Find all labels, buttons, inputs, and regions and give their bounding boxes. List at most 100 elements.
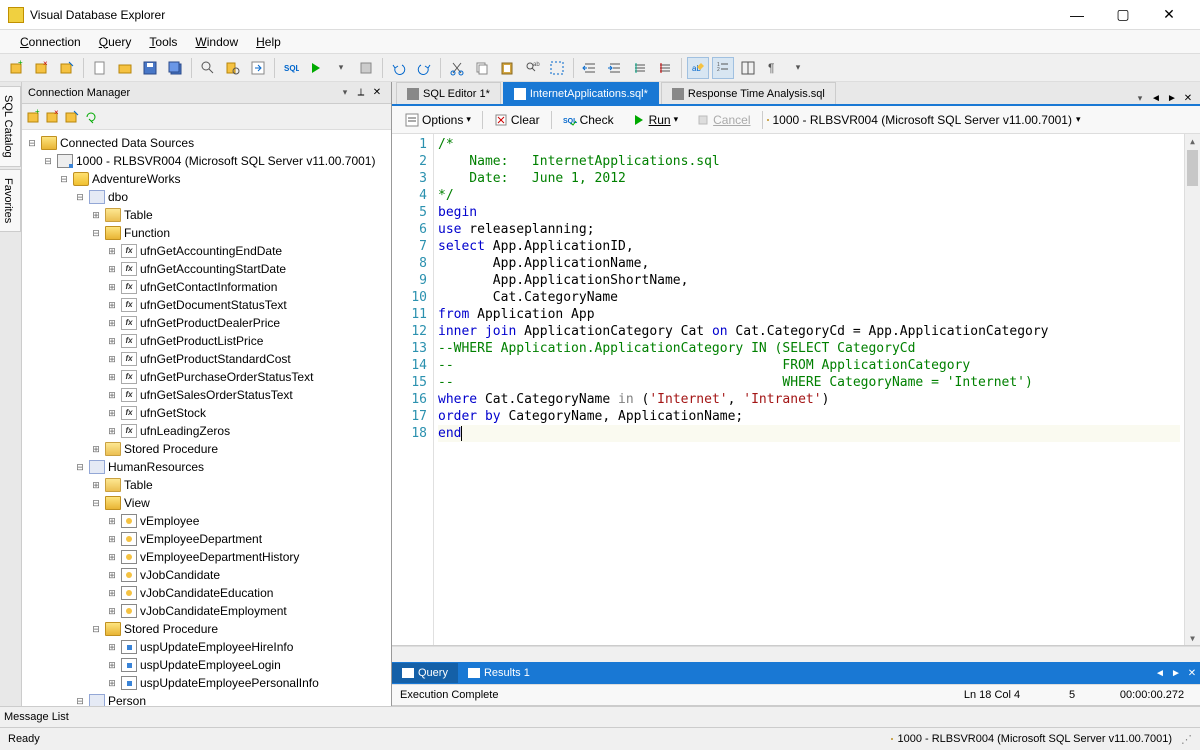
tree-root[interactable]: ⊟Connected Data Sources <box>26 134 389 152</box>
highlight-icon[interactable]: ab <box>687 57 709 79</box>
tree-item[interactable]: ⊞fxufnGetContactInformation <box>106 278 389 296</box>
result-tab-results[interactable]: Results 1 <box>458 663 540 683</box>
scroll-thumb[interactable] <box>1187 150 1198 186</box>
result-tab-query[interactable]: Query <box>392 663 458 683</box>
open-file-icon[interactable] <box>114 57 136 79</box>
tab-prev-icon[interactable]: ◄ <box>1148 93 1164 104</box>
editor-tab-2[interactable]: InternetApplications.sql* <box>503 82 659 104</box>
tree-item[interactable]: ⊞fxufnGetProductStandardCost <box>106 350 389 368</box>
run-button[interactable]: Run▾ <box>625 110 686 130</box>
tree-folder-sp[interactable]: ⊞Stored Procedure <box>90 440 389 458</box>
editor-scrollbar[interactable]: ▲ ▼ <box>1184 134 1200 645</box>
tree-item[interactable]: ⊞fxufnGetAccountingEndDate <box>106 242 389 260</box>
minimize-button[interactable]: — <box>1054 0 1100 30</box>
tree-folder-table[interactable]: ⊞Table <box>90 206 389 224</box>
message-list-tab[interactable]: Message List <box>0 706 1200 728</box>
tree-schema-hr[interactable]: ⊟HumanResources <box>74 458 389 476</box>
tree-item[interactable]: ⊞fxufnLeadingZeros <box>106 422 389 440</box>
pilcrow-dropdown-icon[interactable] <box>787 57 809 79</box>
tree-item[interactable]: ⊞fxufnGetAccountingStartDate <box>106 260 389 278</box>
db-remove-icon[interactable]: × <box>31 57 53 79</box>
tree-item[interactable]: ⊞vEmployeeDepartmentHistory <box>106 548 389 566</box>
tab-next-icon[interactable]: ► <box>1164 93 1180 104</box>
tree-folder-sp[interactable]: ⊟Stored Procedure <box>90 620 389 638</box>
scroll-down-icon[interactable]: ▼ <box>1185 631 1200 645</box>
db-edit-icon[interactable] <box>56 57 78 79</box>
close-button[interactable]: ✕ <box>1146 0 1192 30</box>
select-all-icon[interactable] <box>546 57 568 79</box>
tree-item[interactable]: ⊞vJobCandidateEducation <box>106 584 389 602</box>
panel-close-icon[interactable]: ✕ <box>369 85 385 101</box>
pin-icon[interactable]: ⟂ <box>353 85 369 101</box>
scroll-up-icon[interactable]: ▲ <box>1185 134 1200 148</box>
clear-button[interactable]: Clear <box>487 110 547 130</box>
editor-hscroll[interactable] <box>392 646 1200 662</box>
tree-item[interactable]: ⊞vJobCandidateEmployment <box>106 602 389 620</box>
panel-menu-icon[interactable] <box>337 85 353 101</box>
uncomment-icon[interactable] <box>654 57 676 79</box>
side-tab-favorites[interactable]: Favorites <box>0 169 21 232</box>
run-dropdown-icon[interactable] <box>330 57 352 79</box>
connection-tree[interactable]: ⊟Connected Data Sources ⊟1000 - RLBSVR00… <box>22 130 391 706</box>
find-replace-icon[interactable]: ab <box>521 57 543 79</box>
stop-icon[interactable] <box>355 57 377 79</box>
add-connection-icon[interactable]: + <box>26 109 42 125</box>
code-editor[interactable]: 123456789101112131415161718 /* Name: Int… <box>392 134 1200 646</box>
side-tab-sql-catalog[interactable]: SQL Catalog <box>0 86 21 167</box>
tree-item[interactable]: ⊞fxufnGetProductDealerPrice <box>106 314 389 332</box>
tree-item[interactable]: ⊞uspUpdateEmployeeHireInfo <box>106 638 389 656</box>
maximize-button[interactable]: ▢ <box>1100 0 1146 30</box>
editor-tab-1[interactable]: SQL Editor 1* <box>396 82 501 104</box>
undo-icon[interactable] <box>388 57 410 79</box>
search-icon[interactable] <box>197 57 219 79</box>
indent-right-icon[interactable] <box>604 57 626 79</box>
copy-icon[interactable] <box>471 57 493 79</box>
code-area[interactable]: /* Name: InternetApplications.sql Date: … <box>434 134 1184 645</box>
tree-item[interactable]: ⊞fxufnGetProductListPrice <box>106 332 389 350</box>
menu-help[interactable]: Help <box>248 33 289 51</box>
tree-server[interactable]: ⊟1000 - RLBSVR004 (Microsoft SQL Server … <box>42 152 389 170</box>
tree-item[interactable]: ⊞vEmployeeDepartment <box>106 530 389 548</box>
tree-folder-table[interactable]: ⊞Table <box>90 476 389 494</box>
remove-connection-icon[interactable]: × <box>45 109 61 125</box>
save-all-icon[interactable] <box>164 57 186 79</box>
tree-item[interactable]: ⊞fxufnGetStock <box>106 404 389 422</box>
indent-left-icon[interactable] <box>579 57 601 79</box>
options-button[interactable]: Options▾ <box>398 110 478 130</box>
tree-schema-dbo[interactable]: ⊟dbo <box>74 188 389 206</box>
tree-folder-view[interactable]: ⊟View <box>90 494 389 512</box>
new-file-icon[interactable] <box>89 57 111 79</box>
menu-connection[interactable]: Connection <box>12 33 89 51</box>
resize-grip-icon[interactable]: ⋰ <box>1172 733 1192 746</box>
run-icon[interactable] <box>305 57 327 79</box>
editor-tab-3[interactable]: Response Time Analysis.sql <box>661 82 836 104</box>
tree-item[interactable]: ⊞fxufnGetSalesOrderStatusText <box>106 386 389 404</box>
result-close-icon[interactable]: ✕ <box>1184 668 1200 679</box>
split-view-icon[interactable] <box>737 57 759 79</box>
tree-item[interactable]: ⊞fxufnGetDocumentStatusText <box>106 296 389 314</box>
find-in-db-icon[interactable] <box>222 57 244 79</box>
save-icon[interactable] <box>139 57 161 79</box>
comment-icon[interactable] <box>629 57 651 79</box>
tree-item[interactable]: ⊞vJobCandidate <box>106 566 389 584</box>
tree-database[interactable]: ⊟AdventureWorks <box>58 170 389 188</box>
cut-icon[interactable] <box>446 57 468 79</box>
tree-item[interactable]: ⊞uspUpdateEmployeeLogin <box>106 656 389 674</box>
paste-icon[interactable] <box>496 57 518 79</box>
refresh-icon[interactable] <box>83 109 99 125</box>
tree-item[interactable]: ⊞vEmployee <box>106 512 389 530</box>
tree-folder-function[interactable]: ⊟Function <box>90 224 389 242</box>
tab-list-icon[interactable] <box>1132 93 1148 104</box>
tree-schema-person[interactable]: ⊟Person <box>74 692 389 706</box>
edit-connection-icon[interactable] <box>64 109 80 125</box>
tab-close-icon[interactable]: ✕ <box>1180 93 1196 104</box>
line-numbers-icon[interactable]: 12 <box>712 57 734 79</box>
menu-tools[interactable]: Tools <box>141 33 185 51</box>
goto-icon[interactable] <box>247 57 269 79</box>
tree-item[interactable]: ⊞uspUpdateEmployeePersonalInfo <box>106 674 389 692</box>
redo-icon[interactable] <box>413 57 435 79</box>
pilcrow-icon[interactable]: ¶ <box>762 57 784 79</box>
result-prev-icon[interactable]: ◄ <box>1152 668 1168 679</box>
result-next-icon[interactable]: ► <box>1168 668 1184 679</box>
menu-query[interactable]: Query <box>91 33 140 51</box>
